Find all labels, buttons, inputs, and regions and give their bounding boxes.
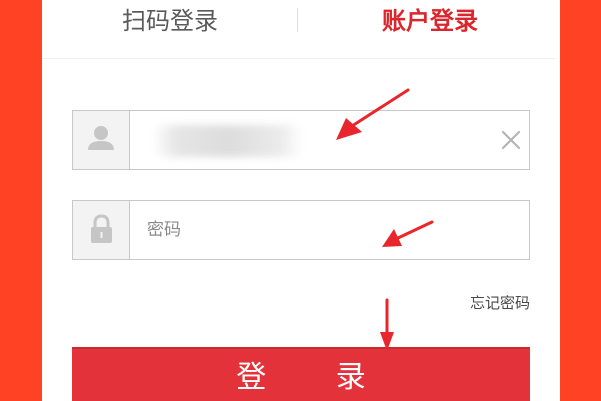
lock-icon (91, 214, 112, 243)
tabs-underline (42, 58, 556, 59)
user-icon-box (73, 111, 130, 169)
user-icon (88, 126, 114, 150)
right-background-strip (556, 0, 601, 401)
clear-icon[interactable] (499, 128, 523, 152)
tab-qr-login[interactable]: 扫码登录 (70, 4, 270, 38)
tab-divider (297, 8, 298, 32)
forgot-password-link[interactable]: 忘记密码 (440, 292, 530, 313)
tab-account-login[interactable]: 账户登录 (330, 4, 530, 38)
username-field[interactable] (72, 110, 530, 170)
redacted-username-blur (153, 125, 303, 157)
password-input[interactable] (131, 201, 491, 259)
password-field[interactable] (72, 200, 530, 260)
lock-icon-box (73, 201, 130, 259)
login-button[interactable]: 登 录 (72, 347, 530, 401)
